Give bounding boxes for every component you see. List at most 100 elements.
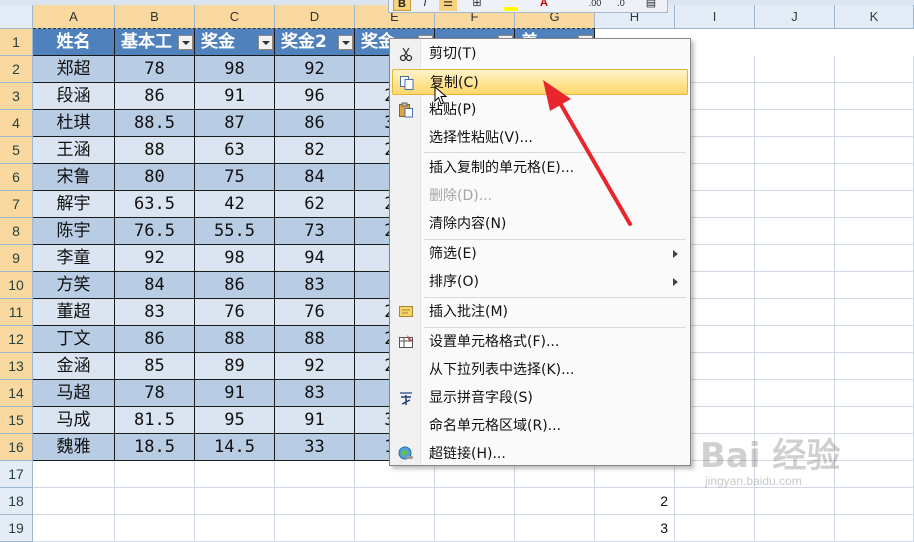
value-cell[interactable]: 80 (115, 164, 195, 191)
empty-cell[interactable] (835, 218, 914, 245)
row-header-5[interactable]: 5 (0, 137, 33, 164)
name-cell[interactable]: 董超 (33, 299, 115, 326)
value-cell[interactable]: 3 (595, 515, 675, 542)
column-header-j[interactable]: J (755, 5, 835, 28)
value-cell[interactable]: 89 (195, 353, 275, 380)
menu-item-define-name[interactable]: 命名单元格区域(R)... (392, 413, 688, 439)
name-cell[interactable]: 解宇 (33, 191, 115, 218)
table-header-cell[interactable]: 奖金 (195, 29, 275, 56)
empty-cell[interactable] (435, 515, 515, 542)
decrease-decimal-button[interactable]: .0 (611, 0, 631, 11)
empty-cell[interactable] (835, 299, 914, 326)
value-cell[interactable]: 86 (115, 83, 195, 110)
italic-button[interactable]: I (417, 0, 433, 11)
name-cell[interactable]: 杜琪 (33, 110, 115, 137)
empty-cell[interactable] (355, 515, 435, 542)
value-cell[interactable]: 88.5 (115, 110, 195, 137)
value-cell[interactable]: 83 (275, 380, 355, 407)
menu-item-insert-comment[interactable]: 插入批注(M) (392, 299, 688, 325)
value-cell[interactable]: 83 (115, 299, 195, 326)
empty-cell[interactable] (755, 515, 835, 542)
name-cell[interactable]: 段涵 (33, 83, 115, 110)
empty-cell[interactable] (755, 191, 835, 218)
table-header-cell[interactable]: 基本工 (115, 29, 195, 56)
value-cell[interactable]: 63 (195, 137, 275, 164)
name-cell[interactable]: 王涵 (33, 137, 115, 164)
empty-cell[interactable] (835, 515, 914, 542)
empty-cell[interactable] (755, 83, 835, 110)
value-cell[interactable]: 55.5 (195, 218, 275, 245)
select-all-corner[interactable] (0, 5, 33, 28)
row-header-1[interactable]: 1 (0, 29, 33, 56)
name-cell[interactable]: 陈宇 (33, 218, 115, 245)
empty-cell[interactable] (755, 326, 835, 353)
name-cell[interactable]: 魏雅 (33, 434, 115, 461)
empty-cell[interactable] (835, 110, 914, 137)
empty-cell[interactable] (755, 353, 835, 380)
empty-cell[interactable] (755, 380, 835, 407)
empty-cell[interactable] (835, 137, 914, 164)
row-header-4[interactable]: 4 (0, 110, 33, 137)
empty-cell[interactable] (835, 380, 914, 407)
value-cell[interactable]: 85 (115, 353, 195, 380)
value-cell[interactable]: 88 (115, 137, 195, 164)
value-cell[interactable]: 86 (275, 110, 355, 137)
filter-dropdown-icon[interactable] (338, 35, 353, 50)
value-cell[interactable]: 78 (115, 56, 195, 83)
value-cell[interactable]: 73 (275, 218, 355, 245)
menu-item-insert-copied-cells[interactable]: 插入复制的单元格(E)... (392, 155, 688, 181)
empty-cell[interactable] (755, 164, 835, 191)
empty-cell[interactable] (755, 245, 835, 272)
format-painter-icon[interactable]: ▤ (641, 0, 661, 11)
column-header-i[interactable]: I (675, 5, 755, 28)
value-cell[interactable]: 92 (115, 245, 195, 272)
value-cell[interactable]: 91 (195, 83, 275, 110)
value-cell[interactable]: 81.5 (115, 407, 195, 434)
row-header-11[interactable]: 11 (0, 299, 33, 326)
menu-item-clear-contents[interactable]: 清除内容(N) (392, 211, 688, 237)
name-cell[interactable]: 马超 (33, 380, 115, 407)
empty-cell[interactable] (195, 461, 275, 488)
empty-cell[interactable] (275, 461, 355, 488)
row-header-3[interactable]: 3 (0, 83, 33, 110)
empty-cell[interactable] (835, 353, 914, 380)
name-cell[interactable]: 李童 (33, 245, 115, 272)
empty-cell[interactable] (835, 407, 914, 434)
row-header-13[interactable]: 13 (0, 353, 33, 380)
value-cell[interactable]: 76.5 (115, 218, 195, 245)
empty-cell[interactable] (835, 326, 914, 353)
value-cell[interactable]: 88 (275, 326, 355, 353)
value-cell[interactable]: 94 (275, 245, 355, 272)
value-cell[interactable]: 88 (195, 326, 275, 353)
row-header-12[interactable]: 12 (0, 326, 33, 353)
menu-item-show-phonetic[interactable]: 显示拼音字段(S) (392, 385, 688, 411)
value-cell[interactable]: 98 (195, 245, 275, 272)
row-header-6[interactable]: 6 (0, 164, 33, 191)
name-cell[interactable]: 金涵 (33, 353, 115, 380)
menu-item-cut[interactable]: 剪切(T) (392, 41, 688, 67)
empty-cell[interactable] (755, 137, 835, 164)
row-header-7[interactable]: 7 (0, 191, 33, 218)
value-cell[interactable]: 76 (275, 299, 355, 326)
column-header-k[interactable]: K (835, 5, 914, 28)
value-cell[interactable]: 63.5 (115, 191, 195, 218)
value-cell[interactable]: 82 (275, 137, 355, 164)
column-header-a[interactable]: A (33, 5, 115, 28)
menu-item-pick-from-list[interactable]: 从下拉列表中选择(K)... (392, 357, 688, 383)
empty-cell[interactable] (33, 461, 115, 488)
value-cell[interactable]: 78 (115, 380, 195, 407)
value-cell[interactable]: 42 (195, 191, 275, 218)
value-cell[interactable]: 91 (195, 380, 275, 407)
empty-cell[interactable] (675, 515, 755, 542)
empty-cell[interactable] (755, 272, 835, 299)
value-cell[interactable]: 98 (195, 56, 275, 83)
value-cell[interactable]: 86 (195, 272, 275, 299)
column-header-d[interactable]: D (275, 5, 355, 28)
row-header-9[interactable]: 9 (0, 245, 33, 272)
value-cell[interactable]: 76 (195, 299, 275, 326)
value-cell[interactable]: 18.5 (115, 434, 195, 461)
filter-dropdown-icon[interactable] (258, 35, 273, 50)
increase-decimal-button[interactable]: .00 (585, 0, 605, 11)
row-header-14[interactable]: 14 (0, 380, 33, 407)
empty-cell[interactable] (835, 164, 914, 191)
